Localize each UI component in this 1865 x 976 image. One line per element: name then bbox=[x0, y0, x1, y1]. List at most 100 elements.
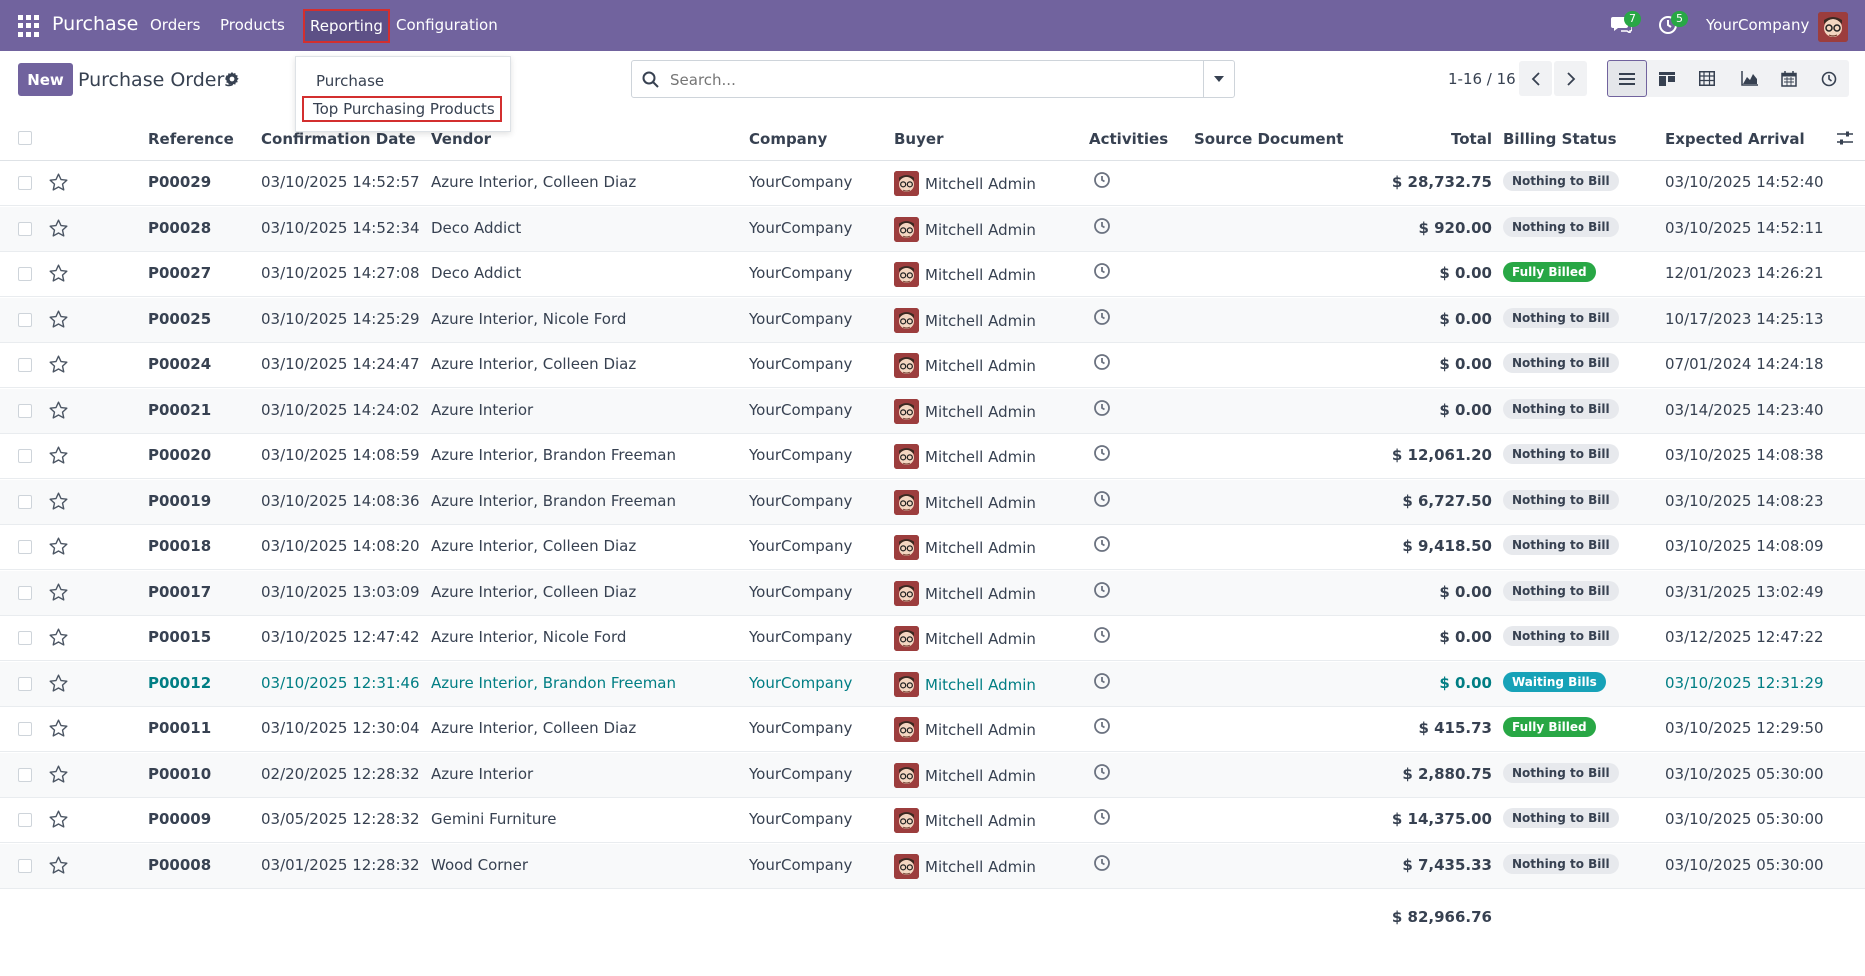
select-all-checkbox[interactable] bbox=[18, 131, 32, 145]
favorite-star-icon[interactable] bbox=[48, 809, 69, 830]
activity-clock-icon[interactable] bbox=[1093, 399, 1111, 417]
favorite-star-icon[interactable] bbox=[48, 627, 69, 648]
menu-reporting[interactable]: Reporting bbox=[303, 9, 390, 43]
dropdown-item-top-purchasing-products[interactable]: Top Purchasing Products bbox=[302, 96, 502, 122]
activity-clock-icon[interactable] bbox=[1093, 535, 1111, 553]
list-view-button[interactable] bbox=[1607, 60, 1647, 97]
table-row[interactable]: P00012 03/10/2025 12:31:46 Azure Interior,… bbox=[0, 661, 1865, 707]
row-checkbox[interactable] bbox=[18, 858, 32, 873]
graph-view-button[interactable] bbox=[1729, 60, 1769, 97]
kanban-view-button[interactable] bbox=[1647, 60, 1687, 97]
row-checkbox[interactable] bbox=[18, 312, 32, 327]
row-checkbox[interactable] bbox=[18, 176, 32, 190]
new-button[interactable]: New bbox=[18, 63, 73, 96]
table-row[interactable]: P00020 03/10/2025 14:08:59 Azure Interior,… bbox=[0, 434, 1865, 479]
activity-clock-icon[interactable] bbox=[1093, 217, 1111, 235]
favorite-star-icon[interactable] bbox=[48, 673, 69, 694]
favorite-star-icon[interactable] bbox=[48, 445, 69, 466]
activity-clock-icon[interactable] bbox=[1093, 717, 1111, 735]
row-checkbox[interactable] bbox=[18, 631, 32, 645]
table-row[interactable]: P00017 03/10/2025 13:03:09 Azure Interior,… bbox=[0, 570, 1865, 616]
table-row[interactable]: P00019 03/10/2025 14:08:36 Azure Interior,… bbox=[0, 479, 1865, 525]
user-avatar[interactable] bbox=[1818, 12, 1848, 42]
activity-clock-icon[interactable] bbox=[1093, 808, 1111, 826]
row-checkbox[interactable] bbox=[18, 722, 32, 736]
menu-configuration[interactable]: Configuration bbox=[396, 16, 498, 34]
table-row[interactable]: P00021 03/10/2025 14:24:02 Azure Interior Y… bbox=[0, 388, 1865, 434]
row-checkbox[interactable] bbox=[18, 585, 32, 600]
table-row[interactable]: P00018 03/10/2025 14:08:20 Azure Interior,… bbox=[0, 525, 1865, 570]
row-checkbox[interactable] bbox=[18, 403, 32, 418]
favorite-star-icon[interactable] bbox=[48, 582, 69, 603]
favorite-star-icon[interactable] bbox=[48, 536, 69, 557]
favorite-star-icon[interactable] bbox=[48, 764, 69, 785]
search-options-toggle[interactable] bbox=[1203, 61, 1234, 97]
pivot-view-button[interactable] bbox=[1687, 60, 1727, 97]
favorite-star-icon[interactable] bbox=[48, 309, 69, 330]
optional-columns-icon[interactable] bbox=[1836, 130, 1854, 146]
activity-clock-icon[interactable] bbox=[1093, 854, 1111, 872]
favorite-star-icon[interactable] bbox=[48, 400, 69, 421]
activity-clock-icon[interactable] bbox=[1093, 171, 1111, 189]
row-checkbox[interactable] bbox=[18, 358, 32, 372]
row-checkbox[interactable] bbox=[18, 494, 32, 509]
row-checkbox[interactable] bbox=[18, 540, 32, 554]
column-header-reference[interactable]: Reference bbox=[148, 130, 234, 148]
column-header-total[interactable]: Total bbox=[1451, 130, 1492, 148]
activity-clock-icon[interactable] bbox=[1093, 308, 1111, 326]
page-title[interactable]: Purchase Orders bbox=[78, 69, 234, 91]
row-checkbox[interactable] bbox=[18, 267, 32, 281]
table-row[interactable]: P00029 03/10/2025 14:52:57 Azure Interior,… bbox=[0, 161, 1865, 206]
pager-previous-button[interactable] bbox=[1519, 61, 1552, 96]
activity-clock-icon[interactable] bbox=[1093, 262, 1111, 280]
table-row[interactable]: P00024 03/10/2025 14:24:47 Azure Interior,… bbox=[0, 343, 1865, 388]
table-row[interactable]: P00009 03/05/2025 12:28:32 Gemini Furnitur… bbox=[0, 798, 1865, 843]
favorite-star-icon[interactable] bbox=[48, 218, 69, 239]
activity-clock-icon[interactable] bbox=[1093, 763, 1111, 781]
search-input[interactable] bbox=[670, 69, 1190, 91]
activity-clock-icon[interactable] bbox=[1093, 626, 1111, 644]
table-row[interactable]: P00028 03/10/2025 14:52:34 Deco Addict Your… bbox=[0, 206, 1865, 252]
favorite-star-icon[interactable] bbox=[48, 855, 69, 876]
row-checkbox[interactable] bbox=[18, 449, 32, 463]
dropdown-item-purchase[interactable]: Purchase bbox=[316, 72, 384, 90]
menu-products[interactable]: Products bbox=[220, 16, 285, 34]
row-checkbox[interactable] bbox=[18, 813, 32, 827]
activity-clock-icon[interactable] bbox=[1093, 672, 1111, 690]
column-header-confirmation-date[interactable]: Confirmation Date bbox=[261, 130, 416, 148]
table-row[interactable]: P00010 02/20/2025 12:28:32 Azure Interior Y… bbox=[0, 752, 1865, 798]
gear-icon[interactable] bbox=[224, 71, 240, 87]
app-brand[interactable]: Purchase bbox=[52, 13, 138, 35]
column-header-company[interactable]: Company bbox=[749, 130, 827, 148]
favorite-star-icon[interactable] bbox=[48, 354, 69, 375]
favorite-star-icon[interactable] bbox=[48, 718, 69, 739]
activity-clock-icon[interactable] bbox=[1093, 444, 1111, 462]
activity-clock-icon[interactable] bbox=[1093, 490, 1111, 508]
table-row[interactable]: P00025 03/10/2025 14:25:29 Azure Interior,… bbox=[0, 297, 1865, 343]
column-header-source-document[interactable]: Source Document bbox=[1194, 130, 1343, 148]
table-row[interactable]: P00008 03/01/2025 12:28:32 Wood Corner Your… bbox=[0, 843, 1865, 889]
activity-clock-icon[interactable] bbox=[1093, 581, 1111, 599]
column-header-expected-arrival[interactable]: Expected Arrival bbox=[1665, 130, 1805, 148]
column-header-activities[interactable]: Activities bbox=[1089, 130, 1168, 148]
row-checkbox[interactable] bbox=[18, 221, 32, 236]
column-header-billing-status[interactable]: Billing Status bbox=[1503, 130, 1617, 148]
menu-orders[interactable]: Orders bbox=[150, 16, 200, 34]
row-checkbox[interactable] bbox=[18, 767, 32, 782]
favorite-star-icon[interactable] bbox=[48, 491, 69, 512]
company-switcher[interactable]: YourCompany bbox=[1706, 16, 1809, 34]
column-header-buyer[interactable]: Buyer bbox=[894, 130, 943, 148]
favorite-star-icon[interactable] bbox=[48, 172, 69, 193]
table-row[interactable]: P00015 03/10/2025 12:47:42 Azure Interior,… bbox=[0, 616, 1865, 661]
calendar-view-button[interactable] bbox=[1769, 60, 1809, 97]
column-header-vendor[interactable]: Vendor bbox=[431, 130, 491, 148]
table-row[interactable]: P00011 03/10/2025 12:30:04 Azure Interior,… bbox=[0, 707, 1865, 752]
row-checkbox[interactable] bbox=[18, 676, 32, 691]
app-grid-icon[interactable] bbox=[18, 15, 40, 37]
pager-next-button[interactable] bbox=[1554, 61, 1587, 96]
activity-clock-icon[interactable] bbox=[1093, 353, 1111, 371]
table-row[interactable]: P00027 03/10/2025 14:27:08 Deco Addict Your… bbox=[0, 252, 1865, 297]
activity-view-button[interactable] bbox=[1809, 60, 1849, 97]
favorite-star-icon[interactable] bbox=[48, 263, 69, 284]
pager-value[interactable]: 1-16 / 16 bbox=[1448, 70, 1516, 88]
